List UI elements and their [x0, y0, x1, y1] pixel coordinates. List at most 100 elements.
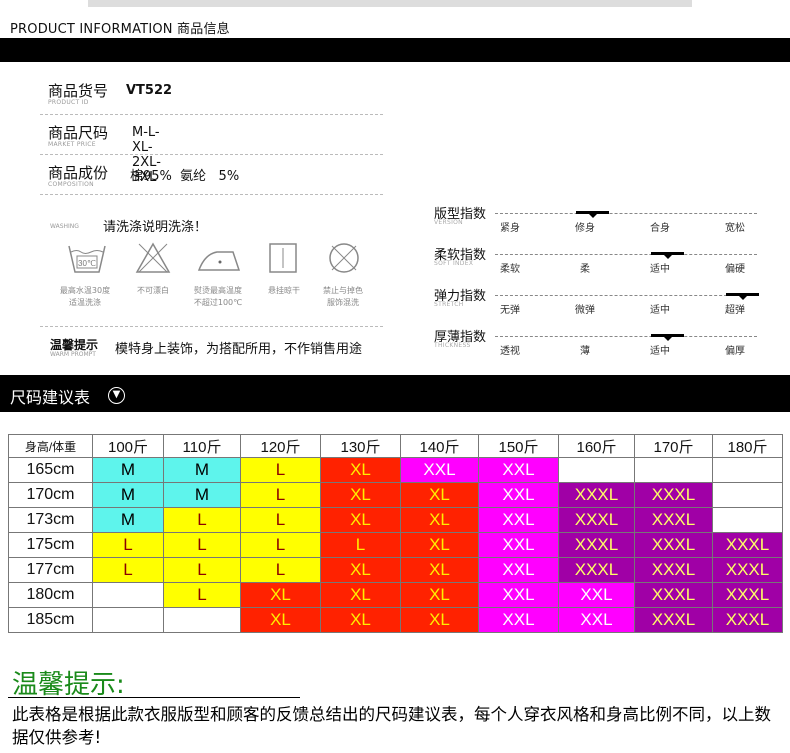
height-cell: 177cm — [8, 557, 93, 583]
size-chart-table: 身高/体重 100斤 110斤 120斤 130斤 140斤 150斤 160斤 170斤 180… — [8, 434, 783, 633]
index-sub: STRETCH — [434, 301, 464, 308]
table-row: 177cm L L L XL XL XXL XXXL XXXL XXXL — [8, 557, 783, 583]
size-cell — [712, 507, 783, 533]
product-id-row: 商品货号 PRODUCT ID VT522 — [48, 80, 172, 106]
wash-30-icon: 30℃ — [67, 240, 107, 276]
size-cell: XXL — [478, 607, 559, 633]
index-option: 偏厚 — [725, 346, 745, 357]
svg-text:30℃: 30℃ — [78, 259, 96, 268]
index-scale-line — [495, 254, 757, 255]
table-row: 180cm L XL XL XL XXL XXL XXXL XXXL — [8, 582, 783, 608]
composition-row: 商品成份 COMPOSITION 棉95% 氨纶 5% — [48, 162, 239, 188]
sizes-label: 商品尺码 — [48, 124, 109, 142]
top-banner — [88, 0, 692, 7]
size-cell: XXL — [400, 457, 479, 483]
size-cell: M — [163, 482, 241, 508]
product-id-label: 商品货号 — [48, 82, 109, 100]
table-row: 170cm M M L XL XL XXL XXXL XXXL — [8, 482, 783, 508]
washing-title: 请洗涤说明洗涤！ — [103, 220, 208, 235]
size-cell: XXXL — [634, 582, 713, 608]
index-option: 合身 — [650, 223, 670, 234]
header-bar — [0, 38, 790, 62]
index-option: 宽松 — [725, 223, 745, 234]
index-option: 柔 — [580, 264, 590, 275]
size-cell: M — [92, 457, 164, 483]
index-marker — [651, 334, 684, 341]
washing-sub: WASHING — [50, 223, 79, 230]
size-cell: M — [92, 507, 164, 533]
size-cell: XXL — [478, 532, 559, 558]
height-cell: 173cm — [8, 507, 93, 533]
size-cell — [712, 457, 783, 483]
index-option: 无弹 — [500, 305, 520, 316]
wash-caption: 禁止与掉色 服饰混洗 — [323, 286, 363, 307]
table-header-row: 身高/体重 100斤 110斤 120斤 130斤 140斤 150斤 160斤 170斤 180… — [8, 434, 783, 458]
divider — [40, 194, 383, 195]
size-cell: M — [92, 482, 164, 508]
size-cell: XL — [320, 607, 401, 633]
size-cell: XXL — [478, 557, 559, 583]
table-row: 173cm M L L XL XL XXL XXXL XXXL — [8, 507, 783, 533]
index-sub: VERSION — [434, 219, 463, 226]
size-cell: XXL — [558, 607, 635, 633]
height-cell: 175cm — [8, 532, 93, 558]
size-cell: XL — [400, 532, 479, 558]
index-option: 修身 — [575, 223, 595, 234]
weight-header: 170斤 — [634, 434, 713, 458]
weight-header: 130斤 — [320, 434, 401, 458]
divider — [40, 154, 383, 155]
size-cell: L — [240, 482, 321, 508]
section-title: PRODUCT INFORMATION 商品信息 — [10, 22, 230, 37]
wash-caption: 不可漂白 — [137, 286, 169, 295]
size-cell: XL — [400, 607, 479, 633]
index-option: 适中 — [650, 264, 670, 275]
size-cell: XXXL — [558, 507, 635, 533]
index-marker — [726, 293, 759, 300]
product-id-value: VT522 — [126, 83, 173, 98]
size-cell — [558, 457, 635, 483]
index-marker — [651, 252, 684, 259]
size-cell: L — [320, 532, 401, 558]
composition-label: 商品成份 — [48, 164, 109, 182]
size-cell: XL — [400, 557, 479, 583]
size-cell: XXL — [478, 457, 559, 483]
size-cell: XXXL — [712, 607, 783, 633]
index-option: 偏硬 — [725, 264, 745, 275]
table-row: 175cm L L L L XL XXL XXXL XXXL XXXL — [8, 532, 783, 558]
size-cell: XXXL — [634, 607, 713, 633]
index-marker — [576, 211, 609, 218]
size-cell: XL — [400, 582, 479, 608]
size-chart-title: 尺码建议表 — [10, 388, 91, 407]
size-cell: XXXL — [558, 482, 635, 508]
size-cell: XXL — [478, 582, 559, 608]
size-cell: XXXL — [712, 532, 783, 558]
size-cell: XL — [240, 607, 321, 633]
size-cell: XXXL — [558, 557, 635, 583]
wash-caption: 最高水温30度 适温洗涤 — [59, 286, 111, 307]
weight-header: 100斤 — [92, 434, 164, 458]
index-option: 适中 — [650, 346, 670, 357]
weight-header: 140斤 — [400, 434, 479, 458]
iron-icon — [195, 240, 243, 276]
size-cell: L — [163, 532, 241, 558]
size-cell: L — [240, 557, 321, 583]
size-cell: L — [163, 507, 241, 533]
weight-header: 150斤 — [478, 434, 559, 458]
size-cell: XXL — [558, 582, 635, 608]
sizes-row: 商品尺码 MARKET PRICE M-L-XL-2XL-3XL — [48, 122, 161, 185]
size-cell: XXXL — [712, 582, 783, 608]
size-cell: XXL — [478, 507, 559, 533]
size-cell: XXXL — [634, 482, 713, 508]
height-cell: 185cm — [8, 607, 93, 633]
size-cell: XL — [320, 507, 401, 533]
size-cell: L — [92, 557, 164, 583]
index-option: 紧身 — [500, 223, 520, 234]
size-cell — [163, 607, 241, 633]
warm-prompt-value: 模特身上装饰，为搭配所用，不作销售用途 — [115, 342, 363, 357]
size-cell: L — [240, 507, 321, 533]
composition-value: 棉95% 氨纶 5% — [130, 169, 240, 184]
size-cell: XL — [400, 482, 479, 508]
size-cell: XL — [320, 457, 401, 483]
weight-header: 120斤 — [240, 434, 321, 458]
circle-chevron-down-icon[interactable]: ▼ — [108, 387, 125, 404]
